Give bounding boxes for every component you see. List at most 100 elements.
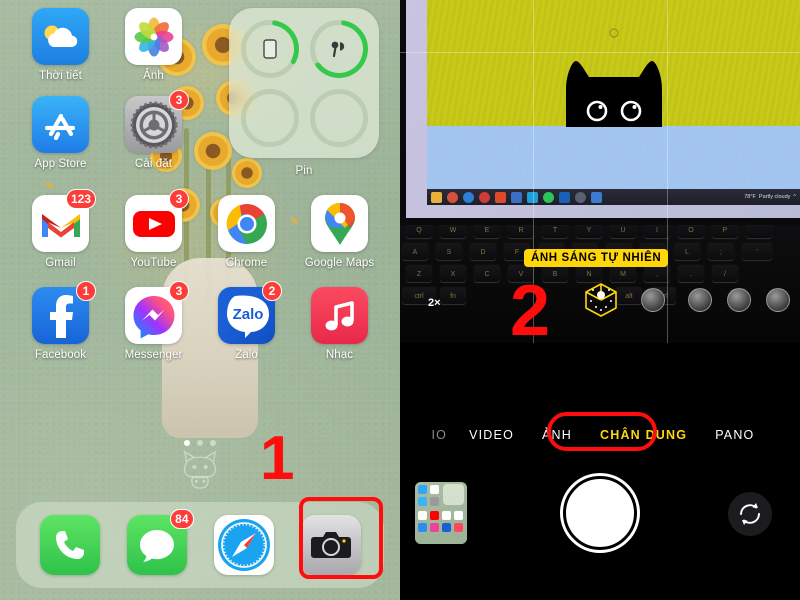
youtube-icon[interactable]: 3 [125,189,189,252]
messenger-icon[interactable]: 3 [125,281,189,344]
flip-camera-button[interactable] [728,492,772,536]
desktop-shortcut-icon [608,28,619,38]
portrait-lighting-cube-icon[interactable] [582,281,620,319]
camera-viewfinder[interactable]: 78°F Partly cloudy ^ [400,0,800,225]
grid-line-v1 [533,0,534,225]
zalo-icon[interactable]: Zalo 2 [218,281,282,344]
app-cell-facebook[interactable]: 1 Facebook [14,281,107,361]
badge: 3 [169,281,189,301]
app-cell-gmail[interactable]: 123 Gmail [14,189,107,269]
app-label: Messenger [124,349,183,361]
app-cell-messenger[interactable]: 3 Messenger [107,281,200,361]
settings-icon[interactable]: 3 [125,90,189,153]
file-explorer-icon[interactable] [431,191,442,203]
badge: 3 [169,189,189,209]
page-dots[interactable] [0,440,400,446]
music-icon[interactable] [311,287,368,344]
app-label: App Store [34,158,87,170]
mode-video[interactable]: VIDEO [455,428,528,442]
screenshot-root: Thời tiết Ảnh App Store 3 Cài đặt Pin 12… [0,0,800,600]
office-icon[interactable] [559,191,570,203]
battery-widget[interactable] [229,8,379,158]
app-row-3: 123 Gmail 3 YouTube Chrome Google Maps [14,189,386,269]
app-label: Cài đặt [134,158,173,170]
app-label: Google Maps [304,257,375,269]
badge: 123 [65,189,96,209]
badge: 84 [170,509,194,529]
coccoc-icon[interactable] [479,191,490,203]
desktop-wallpaper: 78°F Partly cloudy ^ [427,0,800,205]
taskbar-system-tray[interactable]: 78°F Partly cloudy ^ [744,194,796,200]
appstore-icon[interactable] [32,96,89,153]
app-label: Nhạc [325,349,354,361]
svg-text:Zalo: Zalo [232,306,263,323]
widget-label: Pin [295,165,313,177]
weather-icon[interactable] [32,8,89,65]
battery-widget-cell[interactable]: Pin [224,8,384,177]
app-icon-grid: Thời tiết Ảnh App Store 3 Cài đặt Pin 12… [0,0,400,361]
spotify-icon[interactable] [543,191,554,203]
empty-ring-1 [240,88,299,147]
ios-home-screen: Thời tiết Ảnh App Store 3 Cài đặt Pin 12… [0,0,400,600]
safari-icon[interactable] [213,515,274,575]
grid-line-v2-lower [667,225,668,343]
media-icon[interactable] [511,191,522,203]
google-maps-icon[interactable] [311,195,368,252]
facebook-icon[interactable]: 1 [32,281,96,344]
tray-chevron-icon[interactable]: ^ [793,194,796,200]
brave-icon[interactable] [495,191,506,203]
app-label: Ảnh [143,70,164,82]
lighting-dial-3[interactable] [727,288,751,312]
messages-icon[interactable]: 84 [126,509,194,575]
camera-highlight-box [299,497,383,579]
phone-icon[interactable] [39,515,100,575]
windows-taskbar: 78°F Partly cloudy ^ [427,189,800,205]
lighting-dial-1[interactable] [641,288,665,312]
portrait-lighting-badge[interactable]: ÁNH SÁNG TỰ NHIÊN [524,249,669,267]
mode-pano[interactable]: PANO [701,428,768,442]
annotation-step-1: 1 [260,424,295,493]
page-dot-2[interactable] [197,440,203,446]
page-dot-1[interactable] [184,440,190,446]
app-cell-google-maps[interactable]: Google Maps [293,195,386,269]
app-row-2: App Store 3 Cài đặt [14,90,214,170]
page-dot-3[interactable] [210,440,216,446]
settings-taskbar-icon[interactable] [575,191,586,203]
app-cell-appstore[interactable]: App Store [14,96,107,170]
edge-icon[interactable] [463,191,474,203]
camera-bottom-bar [400,470,800,560]
grid-line-v2 [667,0,668,225]
app-cell-music[interactable]: Nhạc [293,287,386,361]
app-row-4: 1 Facebook 3 Messenger Zalo 2 Zalo Nhạc [14,281,386,361]
lighting-dial-2[interactable] [688,288,712,312]
iphone-ring [240,19,299,78]
portrait-mode-highlight-box [547,412,657,451]
zoom-level-indicator[interactable]: 2× [428,297,441,309]
app-cell-chrome[interactable]: Chrome [200,195,293,269]
app-label: Thời tiết [39,70,82,82]
app-label: Chrome [225,257,268,269]
photos-icon[interactable] [125,8,182,65]
badge: 1 [76,281,96,301]
mode-slomo[interactable]: IO [431,428,455,442]
gmail-icon[interactable]: 123 [32,189,96,252]
app-row-1: Thời tiết Ảnh [14,8,214,82]
app-cell-youtube[interactable]: 3 YouTube [107,189,200,269]
laptop-screen: 78°F Partly cloudy ^ [406,0,800,218]
store-icon[interactable] [591,191,602,203]
wallpaper-cat-doodle [183,450,217,489]
app-cell-settings[interactable]: 3 Cài đặt [107,90,200,170]
camera-app: 78°F Partly cloudy ^ Q W E R T Y U I O P… [400,0,800,600]
chrome-icon[interactable] [218,195,275,252]
badge: 3 [169,90,189,110]
app-cell-weather[interactable]: Thời tiết [14,8,107,82]
app-cell-photos[interactable]: Ảnh [107,8,200,82]
app-label: Facebook [34,349,87,361]
black-cat-icon [565,61,662,127]
grid-line-h1 [400,52,800,53]
chrome-taskbar-icon[interactable] [447,191,458,203]
last-photo-thumbnail[interactable] [415,482,467,544]
shutter-button[interactable] [563,476,637,550]
app-cell-zalo[interactable]: Zalo 2 Zalo [200,281,293,361]
lighting-dial-4[interactable] [766,288,790,312]
